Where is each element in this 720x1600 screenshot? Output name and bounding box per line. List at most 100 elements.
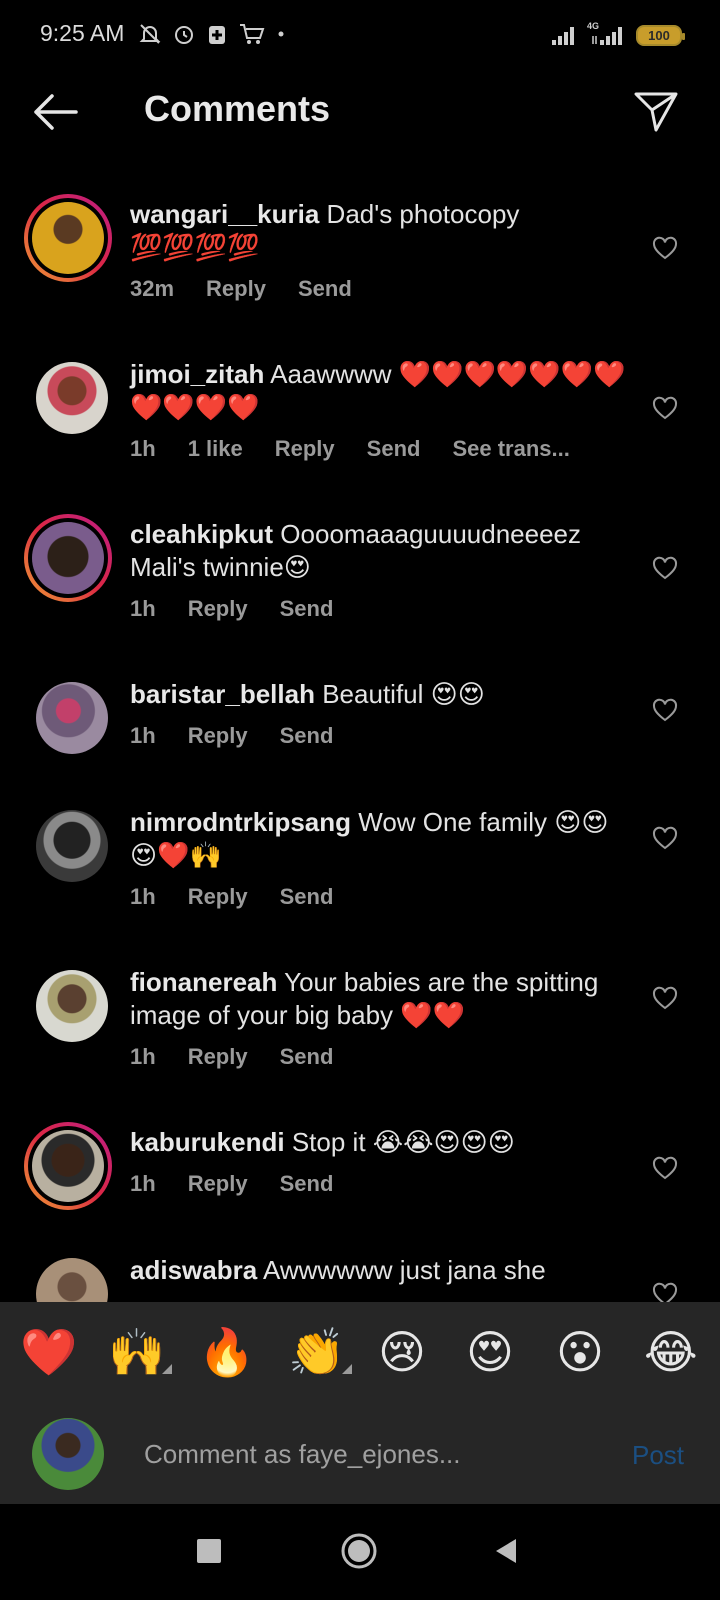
battery-level: 100 bbox=[648, 27, 670, 43]
recents-square-icon[interactable] bbox=[196, 1538, 222, 1564]
heart-icon[interactable] bbox=[652, 986, 678, 1010]
heart-icon[interactable] bbox=[652, 236, 678, 260]
comment-username[interactable]: adiswabra bbox=[130, 1255, 257, 1285]
comment-input[interactable] bbox=[144, 1434, 604, 1474]
emoji-raised-hands-button[interactable]: 🙌 bbox=[108, 1324, 165, 1380]
comment-item: fionanereah Your babies are the spitting… bbox=[0, 962, 720, 1112]
comment-username[interactable]: kaburukendi bbox=[130, 1127, 285, 1157]
emoji-heart-button[interactable]: ❤️ bbox=[20, 1324, 77, 1380]
comment-likes[interactable]: 1 like bbox=[188, 432, 243, 465]
dot-icon bbox=[278, 31, 284, 37]
comment-time: 1h bbox=[130, 596, 156, 621]
comment-time: 1h bbox=[130, 884, 156, 909]
comment-username[interactable]: cleahkipkut bbox=[130, 519, 273, 549]
avatar[interactable] bbox=[36, 1258, 108, 1302]
reply-button[interactable]: Reply bbox=[275, 432, 335, 465]
heart-icon[interactable] bbox=[652, 1156, 678, 1180]
emoji-heart-eyes-button[interactable]: 😍 bbox=[466, 1324, 514, 1380]
avatar[interactable] bbox=[36, 810, 108, 882]
avatar[interactable] bbox=[36, 362, 108, 434]
comment-time: 1h bbox=[130, 1044, 156, 1069]
avatar-story-ring[interactable] bbox=[24, 514, 112, 602]
comment-time: 1h bbox=[130, 723, 156, 748]
comment-item: jimoi_zitah Aaawwww ❤️❤️❤️❤️❤️❤️❤️❤️❤️❤️… bbox=[0, 354, 720, 504]
avatar-story-ring[interactable] bbox=[24, 194, 112, 282]
status-bar: 9:25 AM 4G 100 bbox=[0, 0, 720, 70]
skin-tone-indicator bbox=[162, 1364, 172, 1374]
reply-button[interactable]: Reply bbox=[188, 719, 248, 752]
comment-item: cleahkipkut Oooomaaaguuuudneeeez Mali's … bbox=[0, 514, 720, 664]
battery-indicator: 100 bbox=[636, 24, 685, 46]
avatar-story-ring[interactable] bbox=[24, 1122, 112, 1210]
arrow-left-icon bbox=[34, 94, 78, 130]
reply-button[interactable]: Reply bbox=[188, 880, 248, 913]
comment-composer: Post bbox=[0, 1406, 720, 1504]
share-button[interactable] bbox=[632, 86, 680, 134]
reply-button[interactable]: Reply bbox=[206, 272, 266, 305]
emoji-crying-button[interactable]: 😢 bbox=[378, 1324, 426, 1380]
reply-button[interactable]: Reply bbox=[188, 1167, 248, 1200]
comment-time: 1h bbox=[130, 1171, 156, 1196]
send-button[interactable]: Send bbox=[298, 272, 352, 305]
avatar bbox=[32, 1130, 104, 1202]
system-nav-bar bbox=[0, 1504, 720, 1600]
status-time: 9:25 AM bbox=[40, 20, 125, 46]
alarm-icon bbox=[175, 26, 193, 44]
avatar[interactable] bbox=[36, 682, 108, 754]
avatar bbox=[32, 522, 104, 594]
medical-icon bbox=[209, 26, 225, 44]
comment-item: adiswabra Awwwwww just jana she bbox=[0, 1250, 720, 1302]
status-system-icons: 100 bbox=[550, 20, 685, 50]
comment-time: 1h bbox=[130, 436, 156, 461]
skin-tone-indicator bbox=[342, 1364, 352, 1374]
send-button[interactable]: Send bbox=[367, 432, 421, 465]
signal-4g-icon bbox=[592, 27, 622, 45]
comment-time: 32m bbox=[130, 276, 175, 301]
cart-icon bbox=[240, 24, 265, 44]
send-button[interactable]: Send bbox=[280, 1167, 334, 1200]
mute-bell-icon bbox=[139, 24, 161, 44]
send-button[interactable]: Send bbox=[280, 719, 334, 752]
see-translation-button[interactable]: See trans... bbox=[452, 432, 569, 465]
comment-username[interactable]: fionanereah bbox=[130, 967, 277, 997]
comment-username[interactable]: wangari__kuria bbox=[130, 199, 319, 229]
heart-icon[interactable] bbox=[652, 396, 678, 420]
send-button[interactable]: Send bbox=[280, 592, 334, 625]
current-user-avatar bbox=[32, 1418, 104, 1490]
avatar[interactable] bbox=[36, 970, 108, 1042]
emoji-astonished-button[interactable]: 😮 bbox=[556, 1324, 604, 1380]
send-button[interactable]: Send bbox=[280, 1040, 334, 1073]
comment-text: Stop it 😭😭😍😍😍 bbox=[291, 1127, 515, 1157]
emoji-quick-bar: ❤️ 🙌 🔥 👏 😢 😍 😮 😂 bbox=[0, 1302, 720, 1406]
back-triangle-icon[interactable] bbox=[494, 1537, 518, 1565]
status-notification-icons bbox=[138, 20, 286, 48]
comment-text: Beautiful 😍😍 bbox=[322, 679, 485, 709]
comment-item: wangari__kuria Dad's photocopy 💯💯💯💯 32m … bbox=[0, 194, 720, 344]
home-circle-icon[interactable] bbox=[340, 1532, 378, 1570]
heart-icon[interactable] bbox=[652, 1282, 678, 1302]
comment-username[interactable]: nimrodntrkipsang bbox=[130, 807, 351, 837]
comment-username[interactable]: jimoi_zitah bbox=[130, 359, 264, 389]
post-button[interactable]: Post bbox=[632, 1440, 684, 1471]
signal-icon bbox=[552, 27, 574, 45]
reply-button[interactable]: Reply bbox=[188, 1040, 248, 1073]
send-button[interactable]: Send bbox=[280, 880, 334, 913]
heart-icon[interactable] bbox=[652, 698, 678, 722]
comment-item: baristar_bellah Beautiful 😍😍 1h Reply Se… bbox=[0, 674, 720, 794]
comments-list: wangari__kuria Dad's photocopy 💯💯💯💯 32m … bbox=[0, 180, 720, 1302]
emoji-clap-button[interactable]: 👏 bbox=[288, 1324, 345, 1380]
header: Comments bbox=[0, 70, 720, 170]
avatar bbox=[32, 202, 104, 274]
emoji-laughing-button[interactable]: 😂 bbox=[644, 1324, 698, 1380]
reply-button[interactable]: Reply bbox=[188, 592, 248, 625]
comment-text: Awwwwww just jana she bbox=[262, 1255, 546, 1285]
comment-item: kaburukendi Stop it 😭😭😍😍😍 1h Reply Send bbox=[0, 1122, 720, 1242]
emoji-fire-button[interactable]: 🔥 bbox=[198, 1324, 255, 1380]
heart-icon[interactable] bbox=[652, 556, 678, 580]
comment-username[interactable]: baristar_bellah bbox=[130, 679, 315, 709]
paper-plane-icon bbox=[634, 92, 678, 132]
heart-icon[interactable] bbox=[652, 826, 678, 850]
back-button[interactable] bbox=[30, 92, 80, 132]
page-title: Comments bbox=[144, 88, 331, 129]
comment-item: nimrodntrkipsang Wow One family 😍😍😍❤️🙌 1… bbox=[0, 802, 720, 952]
